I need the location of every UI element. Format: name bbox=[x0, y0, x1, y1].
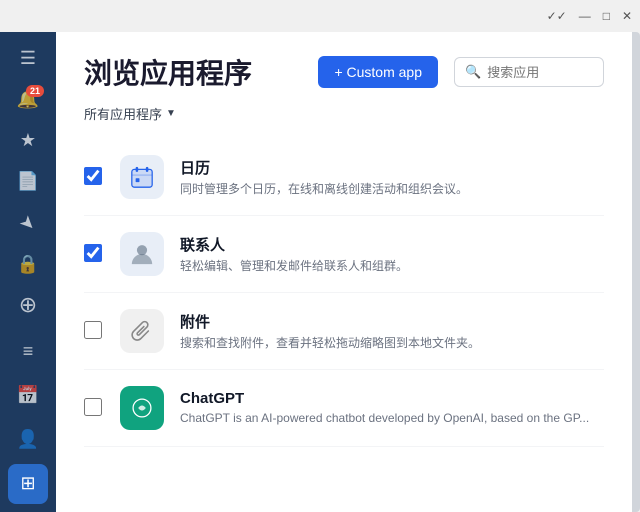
app-description: 同时管理多个日历，在线和离线创建活动和组织会议。 bbox=[180, 181, 604, 198]
app-checkbox[interactable] bbox=[84, 398, 102, 416]
sidebar-item-calendar[interactable]: 📅 bbox=[8, 376, 48, 416]
search-box: 🔍 bbox=[454, 57, 604, 87]
app-checkbox[interactable] bbox=[84, 321, 102, 339]
app-icon bbox=[120, 232, 164, 276]
app-checkbox[interactable] bbox=[84, 167, 102, 185]
sidebar-item-profile[interactable]: 👤 bbox=[8, 420, 48, 460]
list-item: 日历 同时管理多个日历，在线和离线创建活动和组织会议。 bbox=[84, 139, 604, 216]
app-icon bbox=[120, 309, 164, 353]
sidebar-item-favorites[interactable]: ★ bbox=[8, 122, 48, 159]
app-info: 日历 同时管理多个日历，在线和离线创建活动和组织会议。 bbox=[180, 157, 604, 198]
app-checkbox-wrap[interactable] bbox=[84, 398, 104, 418]
app-description: 轻松编辑、管理和发邮件给联系人和组群。 bbox=[180, 258, 604, 275]
app-checkbox-wrap[interactable] bbox=[84, 321, 104, 341]
maximize-button[interactable]: □ bbox=[603, 9, 610, 23]
app-description: 搜索和查找附件，查看并轻松拖动缩略图到本地文件夹。 bbox=[180, 335, 604, 352]
app-icon bbox=[120, 155, 164, 199]
app-name: ChatGPT bbox=[180, 390, 604, 407]
app-description: ChatGPT is an AI-powered chatbot develop… bbox=[180, 410, 604, 427]
minimize-button[interactable]: — bbox=[579, 9, 591, 23]
app-checkbox[interactable] bbox=[84, 244, 102, 262]
app-name: 日历 bbox=[180, 157, 604, 178]
add-icon: ⊕ bbox=[19, 292, 37, 318]
app-name: 联系人 bbox=[180, 234, 604, 255]
close-button[interactable]: ✕ bbox=[622, 9, 632, 23]
content-header: 浏览应用程序 + Custom app 🔍 bbox=[56, 32, 632, 104]
grid-icon: ⊞ bbox=[20, 473, 35, 494]
lock-icon: 🔒 bbox=[17, 254, 39, 275]
chevron-down-icon: ▼ bbox=[166, 108, 176, 119]
document-icon: 📄 bbox=[17, 171, 39, 192]
list-item: 联系人 轻松编辑、管理和发邮件给联系人和组群。 bbox=[84, 216, 604, 293]
list-item: 附件 搜索和查找附件，查看并轻松拖动缩略图到本地文件夹。 bbox=[84, 293, 604, 370]
menu-icon: ☰ bbox=[20, 48, 36, 69]
sidebar-item-send[interactable]: ➤ bbox=[8, 205, 48, 242]
app-info: ChatGPT ChatGPT is an AI-powered chatbot… bbox=[180, 390, 604, 427]
filter-label[interactable]: 所有应用程序 ▼ bbox=[84, 104, 176, 123]
app-info: 附件 搜索和查找附件，查看并轻松拖动缩略图到本地文件夹。 bbox=[180, 311, 604, 352]
page-title: 浏览应用程序 bbox=[84, 52, 302, 92]
list-icon: ≡ bbox=[23, 341, 34, 362]
sidebar-item-notifications[interactable]: 🔔 21 bbox=[8, 81, 48, 118]
sidebar-item-grid[interactable]: ⊞ bbox=[8, 464, 48, 504]
sidebar: ☰ 🔔 21 ★ 📄 ➤ 🔒 ⊕ ≡ 📅 bbox=[0, 32, 56, 512]
search-input[interactable] bbox=[487, 65, 597, 80]
notification-badge: 21 bbox=[26, 85, 44, 97]
sidebar-item-add[interactable]: ⊕ bbox=[8, 287, 48, 324]
sidebar-item-list[interactable]: ≡ bbox=[8, 332, 48, 372]
sidebar-item-lock[interactable]: 🔒 bbox=[8, 246, 48, 283]
titlebar: ✓✓ — □ ✕ bbox=[0, 0, 640, 32]
list-item: ChatGPT ChatGPT is an AI-powered chatbot… bbox=[84, 370, 604, 447]
app-list: 日历 同时管理多个日历，在线和离线创建活动和组织会议。 联系人 轻松编辑、管理和… bbox=[56, 139, 632, 512]
star-icon: ★ bbox=[20, 130, 36, 151]
app-info: 联系人 轻松编辑、管理和发邮件给联系人和组群。 bbox=[180, 234, 604, 275]
calendar-sidebar-icon: 📅 bbox=[17, 385, 39, 406]
sidebar-item-menu[interactable]: ☰ bbox=[8, 40, 48, 77]
app-container: ☰ 🔔 21 ★ 📄 ➤ 🔒 ⊕ ≡ 📅 bbox=[0, 32, 640, 512]
main-content: 浏览应用程序 + Custom app 🔍 所有应用程序 ▼ 日历 同时管理多个… bbox=[56, 32, 632, 512]
send-icon: ➤ bbox=[15, 210, 41, 236]
app-checkbox-wrap[interactable] bbox=[84, 244, 104, 264]
custom-app-button[interactable]: + Custom app bbox=[318, 56, 438, 88]
search-icon: 🔍 bbox=[465, 64, 481, 80]
app-name: 附件 bbox=[180, 311, 604, 332]
double-check-icon: ✓✓ bbox=[547, 9, 567, 23]
resize-handle[interactable] bbox=[632, 32, 640, 512]
app-icon bbox=[120, 386, 164, 430]
filter-row: 所有应用程序 ▼ bbox=[56, 104, 632, 139]
sidebar-item-documents[interactable]: 📄 bbox=[8, 163, 48, 200]
filter-label-text: 所有应用程序 bbox=[84, 104, 162, 123]
profile-icon: 👤 bbox=[17, 429, 39, 450]
app-checkbox-wrap[interactable] bbox=[84, 167, 104, 187]
